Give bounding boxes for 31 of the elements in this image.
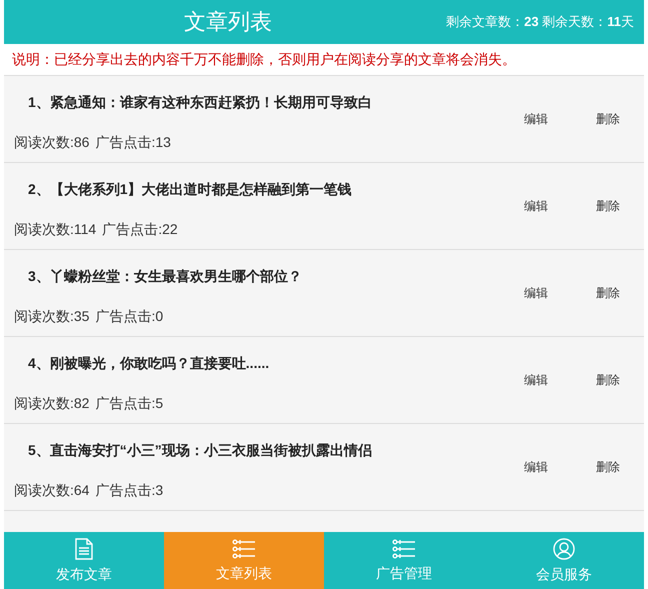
delete-link[interactable]: 删除 — [572, 458, 644, 476]
document-icon — [74, 538, 94, 560]
edit-link[interactable]: 编辑 — [500, 198, 572, 214]
page-title: 文章列表 — [184, 8, 272, 36]
read-count: 阅读次数:35 — [14, 308, 90, 326]
ad-click-count: 广告点击:13 — [95, 134, 171, 152]
list-icon — [232, 538, 256, 558]
delete-link[interactable]: 删除 — [572, 198, 644, 214]
ad-click-count: 广告点击:5 — [95, 395, 164, 413]
remaining-stats: 剩余文章数：23 剩余天数：11天 — [446, 13, 634, 31]
edit-link[interactable]: 编辑 — [500, 110, 572, 128]
article-title[interactable]: 3、丫蠓粉丝堂：女生最喜欢男生哪个部位？ — [14, 268, 500, 286]
list-icon — [392, 538, 416, 558]
edit-link[interactable]: 编辑 — [500, 458, 572, 476]
delete-link[interactable]: 删除 — [572, 110, 644, 128]
ad-click-count: 广告点击:0 — [95, 308, 164, 326]
article-title[interactable]: 2、【大佬系列1】大佬出道时都是怎样融到第一笔钱 — [14, 181, 500, 199]
edit-link[interactable]: 编辑 — [500, 284, 572, 302]
article-title[interactable]: 4、刚被曝光，你敢吃吗？直接要吐...... — [14, 355, 500, 373]
ad-click-count: 广告点击:3 — [95, 482, 164, 500]
read-count: 阅读次数:82 — [14, 395, 90, 413]
edit-link[interactable]: 编辑 — [500, 372, 572, 388]
user-icon — [553, 538, 575, 560]
delete-link[interactable]: 删除 — [572, 372, 644, 388]
ad-click-count: 广告点击:22 — [102, 221, 178, 239]
read-count: 阅读次数:114 — [14, 221, 96, 239]
delete-link[interactable]: 删除 — [572, 284, 644, 302]
article-title[interactable]: 5、直击海安打“小三”现场：小三衣服当街被扒露出情侣 — [14, 442, 500, 460]
article-title[interactable]: 1、紧急通知：谁家有这种东西赶紧扔！长期用可导致白 — [14, 94, 500, 112]
read-count: 阅读次数:86 — [14, 134, 90, 152]
read-count: 阅读次数:64 — [14, 482, 90, 500]
